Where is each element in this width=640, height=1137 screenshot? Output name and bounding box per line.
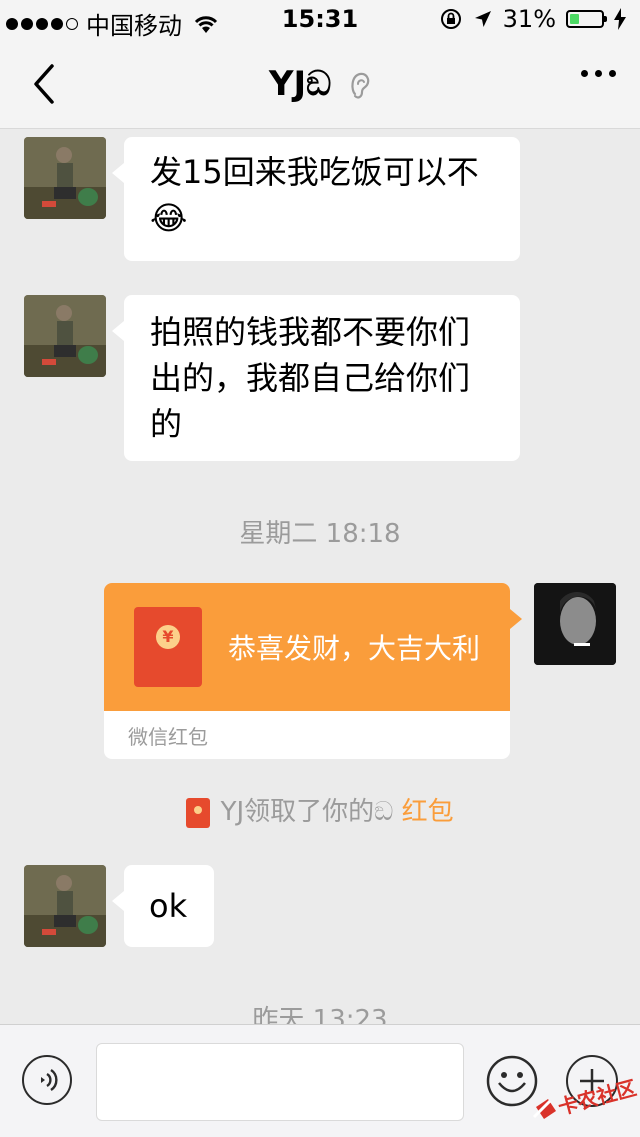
- friend-avatar[interactable]: [24, 295, 106, 377]
- red-packet-message[interactable]: ¥ 恭喜发财，大吉大利 微信红包: [104, 583, 510, 759]
- message-bubble[interactable]: 发15回来我吃饭可以不 😂: [112, 137, 520, 261]
- chat-header: YJඞ: [0, 40, 640, 129]
- friend-avatar[interactable]: [24, 865, 106, 947]
- message-list[interactable]: 发15回来我吃饭可以不 😂 拍照的钱我都不要你们 出的，我都自己给你们 的 星期…: [0, 129, 640, 1024]
- timestamp: 昨天 13:23: [252, 1005, 388, 1024]
- voice-input-button[interactable]: [22, 1055, 72, 1105]
- timestamp: 星期二 18:18: [239, 519, 401, 549]
- status-bar: 中国移动 15:31 31%: [0, 0, 640, 40]
- ear-icon: [351, 72, 370, 98]
- message-text: 出的，我都自己给你们: [150, 359, 471, 397]
- watermark-text: 卡农社区: [555, 1077, 638, 1119]
- chat-title: YJඞ: [0, 64, 640, 104]
- bubble-tail: [510, 609, 522, 629]
- red-packet-icon: ¥: [134, 607, 202, 687]
- voice-icon: [41, 1069, 58, 1091]
- system-text: YJ领取了你的ඞ: [220, 797, 394, 827]
- orientation-lock-icon: [440, 9, 461, 29]
- message-bubble[interactable]: ok: [112, 865, 214, 947]
- location-arrow-icon: [474, 11, 491, 27]
- watermark-logo: 卡农社区: [532, 1077, 638, 1119]
- system-message: YJ领取了你的ඞ 红包: [0, 791, 640, 828]
- message-bubble[interactable]: 拍照的钱我都不要你们 出的，我都自己给你们 的: [112, 295, 520, 461]
- coin-icon: ¥: [156, 625, 180, 649]
- message-text: 拍照的钱我都不要你们: [150, 313, 471, 351]
- red-packet-mini-icon: [186, 797, 211, 828]
- status-right: 31%: [439, 5, 626, 33]
- friend-avatar[interactable]: [24, 137, 106, 219]
- input-toolbar: 卡农社区: [0, 1024, 640, 1137]
- message-text: 的: [150, 405, 183, 443]
- battery-icon: [566, 10, 607, 28]
- red-packet-link[interactable]: 红包: [402, 797, 454, 827]
- my-avatar[interactable]: [534, 583, 616, 665]
- message-text: 发15回来我吃饭可以不: [150, 153, 479, 191]
- red-packet-greeting: 恭喜发财，大吉大利: [228, 632, 481, 665]
- message-text: ok: [149, 887, 188, 925]
- more-icon[interactable]: [581, 70, 616, 77]
- red-packet-body: ¥ 恭喜发财，大吉大利: [104, 583, 510, 711]
- contact-name: YJඞ: [268, 64, 332, 104]
- laughing-emoji: 😂: [150, 199, 188, 237]
- red-packet-footer: 微信红包: [128, 725, 208, 749]
- message-input[interactable]: [96, 1043, 464, 1121]
- charging-bolt-icon: [614, 8, 626, 30]
- battery-percent: 31%: [502, 5, 556, 33]
